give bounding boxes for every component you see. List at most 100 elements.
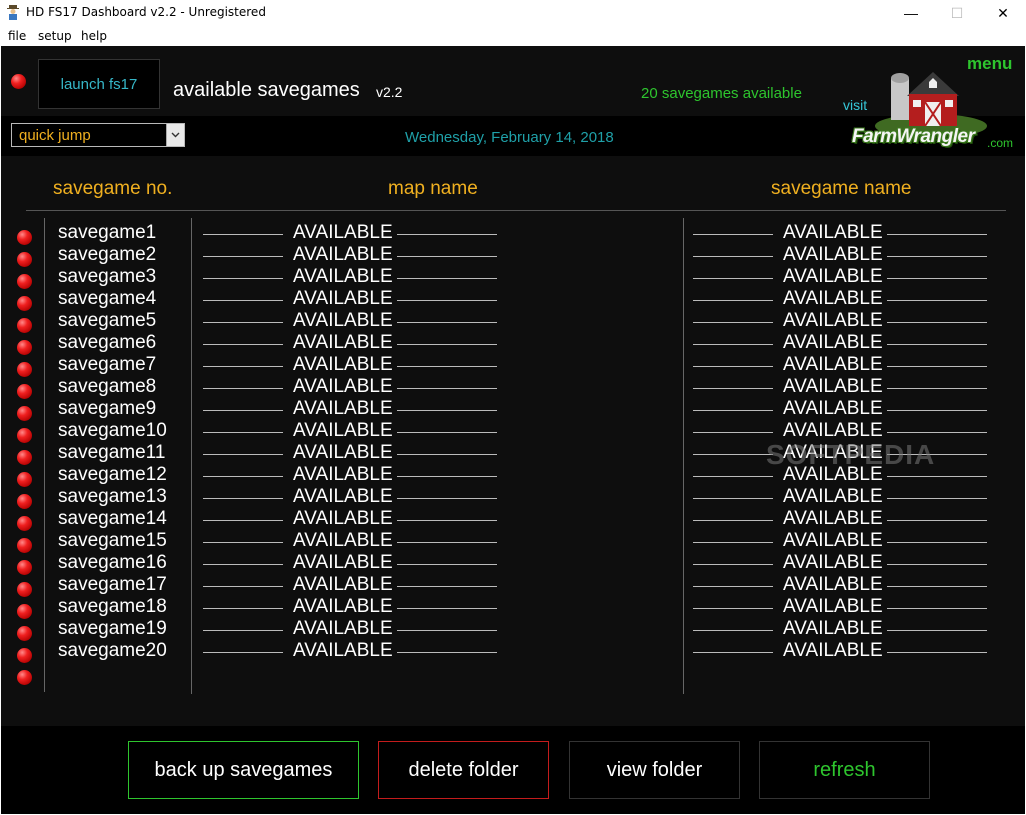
savegame-name-cell: AVAILABLE — [783, 530, 883, 551]
row-dash-line — [397, 344, 497, 345]
row-status-led-icon[interactable] — [17, 560, 32, 575]
menu-file[interactable]: file — [8, 29, 26, 43]
row-dash-line — [203, 410, 283, 411]
row-dash-line — [203, 322, 283, 323]
savegame-label[interactable]: savegame1 — [58, 222, 156, 244]
savegame-name-cell: AVAILABLE — [783, 640, 883, 661]
row-dash-line — [397, 300, 497, 301]
row-status-led-icon[interactable] — [17, 582, 32, 597]
map-name-cell: AVAILABLE — [293, 508, 393, 529]
row-dash-line — [693, 344, 773, 345]
row-status-led-icon[interactable] — [17, 450, 32, 465]
savegame-label[interactable]: savegame20 — [58, 640, 167, 662]
savegame-label[interactable]: savegame10 — [58, 420, 167, 442]
quick-jump-value: quick jump — [19, 127, 91, 144]
row-status-led-icon[interactable] — [17, 516, 32, 531]
row-dash-line — [887, 278, 987, 279]
savegame-name-cell: AVAILABLE — [783, 222, 883, 243]
row-status-led-icon[interactable] — [17, 428, 32, 443]
map-name-cell: AVAILABLE — [293, 288, 393, 309]
row-status-led-icon[interactable] — [17, 230, 32, 245]
maximize-button[interactable]: ☐ — [934, 0, 980, 26]
close-button[interactable]: ✕ — [980, 0, 1026, 26]
row-status-led-icon[interactable] — [17, 472, 32, 487]
savegame-name-cell: AVAILABLE — [783, 244, 883, 265]
quick-jump-select[interactable]: quick jump — [11, 123, 185, 147]
savegame-label[interactable]: savegame5 — [58, 310, 156, 332]
row-status-led-icon[interactable] — [17, 296, 32, 311]
refresh-label: refresh — [813, 758, 876, 781]
savegame-name-cell: AVAILABLE — [783, 354, 883, 375]
row-status-led-icon[interactable] — [17, 252, 32, 267]
row-dash-line — [887, 586, 987, 587]
savegame-label[interactable]: savegame7 — [58, 354, 156, 376]
delete-folder-button[interactable]: delete folder — [378, 741, 549, 799]
row-status-led-icon[interactable] — [17, 362, 32, 377]
column-header-savegame: savegame name — [771, 178, 912, 199]
row-dash-line — [693, 608, 773, 609]
row-status-led-icon[interactable] — [17, 670, 32, 685]
map-name-cell: AVAILABLE — [293, 354, 393, 375]
row-dash-line — [887, 410, 987, 411]
row-dash-line — [693, 322, 773, 323]
launch-fs17-button[interactable]: launch fs17 — [38, 59, 160, 109]
row-status-led-icon[interactable] — [17, 604, 32, 619]
map-name-cell: AVAILABLE — [293, 244, 393, 265]
row-dash-line — [887, 630, 987, 631]
savegame-label[interactable]: savegame6 — [58, 332, 156, 354]
brand-logo-text[interactable]: FarmWrangler — [852, 126, 975, 148]
savegame-label[interactable]: savegame2 — [58, 244, 156, 266]
watermark-text: SOFTPEDIA — [766, 439, 936, 470]
row-status-led-icon[interactable] — [17, 274, 32, 289]
close-icon: ✕ — [997, 4, 1009, 21]
row-dash-line — [693, 234, 773, 235]
savegame-label[interactable]: savegame12 — [58, 464, 167, 486]
map-name-cell: AVAILABLE — [293, 552, 393, 573]
savegame-name-cell: AVAILABLE — [783, 376, 883, 397]
savegame-label[interactable]: savegame9 — [58, 398, 156, 420]
row-status-led-icon[interactable] — [17, 626, 32, 641]
savegame-label[interactable]: savegame13 — [58, 486, 167, 508]
savegame-label[interactable]: savegame19 — [58, 618, 167, 640]
row-dash-line — [397, 388, 497, 389]
backup-savegames-button[interactable]: back up savegames — [128, 741, 359, 799]
window-title: HD FS17 Dashboard v2.2 - Unregistered — [26, 5, 266, 19]
map-name-cell: AVAILABLE — [293, 420, 393, 441]
savegame-label[interactable]: savegame16 — [58, 552, 167, 574]
menu-help[interactable]: help — [81, 29, 107, 43]
savegame-name-cell: AVAILABLE — [783, 288, 883, 309]
savegame-label[interactable]: savegame15 — [58, 530, 167, 552]
row-status-led-icon[interactable] — [17, 538, 32, 553]
chevron-down-icon[interactable] — [166, 124, 184, 146]
map-name-cell: AVAILABLE — [293, 486, 393, 507]
map-name-cell: AVAILABLE — [293, 464, 393, 485]
row-dash-line — [203, 278, 283, 279]
row-dash-line — [397, 366, 497, 367]
savegame-label[interactable]: savegame4 — [58, 288, 156, 310]
row-dash-line — [887, 542, 987, 543]
savegame-label[interactable]: savegame18 — [58, 596, 167, 618]
savegame-label[interactable]: savegame8 — [58, 376, 156, 398]
savegame-label[interactable]: savegame14 — [58, 508, 167, 530]
row-status-led-icon[interactable] — [17, 406, 32, 421]
savegame-label[interactable]: savegame17 — [58, 574, 167, 596]
savegame-name-cell: AVAILABLE — [783, 596, 883, 617]
row-status-led-icon[interactable] — [17, 340, 32, 355]
savegame-name-cell: AVAILABLE — [783, 310, 883, 331]
row-status-led-icon[interactable] — [17, 648, 32, 663]
savegame-label[interactable]: savegame3 — [58, 266, 156, 288]
row-dash-line — [887, 652, 987, 653]
savegame-label[interactable]: savegame11 — [58, 442, 165, 464]
row-status-led-icon[interactable] — [17, 384, 32, 399]
visit-label[interactable]: visit — [843, 97, 867, 113]
view-folder-button[interactable]: view folder — [569, 741, 740, 799]
row-dash-line — [693, 630, 773, 631]
row-dash-line — [397, 630, 497, 631]
row-status-led-icon[interactable] — [17, 494, 32, 509]
map-name-cell: AVAILABLE — [293, 442, 393, 463]
minimize-button[interactable]: — — [888, 0, 934, 26]
menu-setup[interactable]: setup — [38, 29, 72, 43]
row-status-led-icon[interactable] — [17, 318, 32, 333]
row-dash-line — [693, 256, 773, 257]
refresh-button[interactable]: refresh — [759, 741, 930, 799]
